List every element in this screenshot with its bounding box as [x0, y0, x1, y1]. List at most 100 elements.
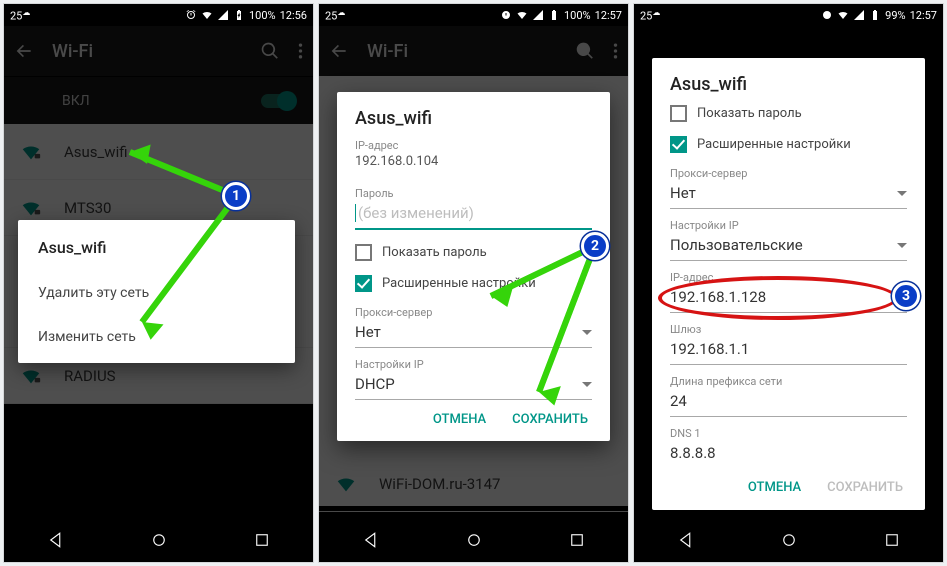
back-icon[interactable]: [329, 41, 349, 61]
battery-icon: [548, 9, 560, 21]
phone-screenshot-2: 25☁ 100% 12:57 Wi-Fi WiFi-DOM.ru-3147 As…: [319, 4, 628, 562]
app-bar: Wi-Fi: [319, 26, 628, 76]
nav-recent-icon[interactable]: [253, 531, 271, 549]
wifi-item-label: Asus_wifi: [64, 143, 128, 161]
wifi-master-toggle[interactable]: ВКЛ: [4, 76, 313, 124]
nav-back-icon[interactable]: [47, 531, 65, 549]
static-ip-input[interactable]: 192.168.1.128: [670, 284, 907, 313]
signal-icon: [853, 9, 865, 21]
wifi-signal-lock-icon: [20, 365, 42, 387]
proxy-dropdown[interactable]: Нет: [670, 180, 907, 209]
phone-screenshot-1: 25☁ 100% 12:56 Wi-Fi ВКЛ Asus_wifi: [4, 4, 313, 562]
signal-icon: [217, 9, 229, 21]
checkbox-unchecked-icon: [355, 244, 372, 261]
nav-home-icon[interactable]: [150, 531, 168, 549]
wifi-item-label: WiFi-DOM.ru-3147: [379, 475, 500, 493]
wifi-item-label: RADIUS: [64, 367, 116, 385]
prefix-length-label: Длина префикса сети: [670, 375, 907, 388]
save-button[interactable]: СОХРАНИТЬ: [827, 480, 903, 495]
advanced-options-checkbox[interactable]: Расширенные настройки: [355, 275, 592, 292]
context-menu-title: Asus_wifi: [18, 228, 295, 271]
nav-back-icon[interactable]: [677, 531, 695, 549]
annotation-badge-3: 3: [892, 282, 920, 310]
annotation-badge-1: 1: [222, 182, 250, 210]
ip-settings-dropdown[interactable]: Пользовательские: [670, 232, 907, 261]
wifi-item-asus[interactable]: Asus_wifi: [4, 124, 313, 180]
clock: 12:56: [280, 9, 307, 22]
wifi-icon: [201, 9, 213, 21]
back-icon[interactable]: [14, 41, 34, 61]
wifi-item-dom[interactable]: WiFi-DOM.ru-3147: [319, 456, 628, 512]
page-title: Wi-Fi: [52, 41, 242, 62]
password-label: Пароль: [355, 187, 592, 200]
save-button[interactable]: СОХРАНИТЬ: [512, 412, 588, 427]
ip-settings-label: Настройки IP: [670, 219, 907, 232]
wifi-item-label: MTS30: [64, 199, 111, 217]
password-input[interactable]: (без изменений): [355, 200, 592, 230]
status-bar: 25☁ 100% 12:57: [319, 4, 628, 26]
battery-pct: 99%: [885, 9, 905, 22]
ip-address-label: IP-адрес: [355, 139, 592, 152]
status-bar: 25☁ 99% 12:57: [634, 4, 943, 26]
wifi-signal-lock-icon: [20, 141, 42, 163]
checkbox-unchecked-icon: [670, 105, 687, 122]
alarm-icon: [500, 9, 512, 21]
nav-recent-icon[interactable]: [883, 531, 901, 549]
wifi-signal-lock-icon: [335, 473, 357, 495]
status-bar: 25☁ 100% 12:56: [4, 4, 313, 26]
ip-settings-dropdown[interactable]: DHCP: [355, 371, 592, 400]
checkbox-checked-icon: [670, 136, 687, 153]
alarm-icon: [821, 9, 833, 21]
show-password-label: Показать пароль: [382, 245, 487, 260]
clock: 12:57: [910, 9, 937, 22]
show-password-checkbox[interactable]: Показать пароль: [670, 105, 907, 122]
clock: 12:57: [595, 9, 622, 22]
advanced-options-label: Расширенные настройки: [382, 276, 536, 291]
nav-recent-icon[interactable]: [568, 531, 586, 549]
forget-network-option[interactable]: Удалить эту сеть: [18, 271, 295, 315]
switch-on-icon[interactable]: [261, 94, 295, 108]
cancel-button[interactable]: ОТМЕНА: [748, 480, 801, 495]
search-icon[interactable]: [575, 41, 595, 61]
search-icon[interactable]: [260, 41, 280, 61]
nav-home-icon[interactable]: [780, 531, 798, 549]
modify-network-option[interactable]: Изменить сеть: [18, 315, 295, 359]
nav-bar: [319, 518, 628, 562]
alarm-icon: [185, 9, 197, 21]
signal-icon: [532, 9, 544, 21]
overflow-icon[interactable]: [298, 41, 303, 61]
ip-settings-label: Настройки IP: [355, 358, 592, 371]
overflow-icon[interactable]: [613, 41, 618, 61]
battery-icon: [869, 9, 881, 21]
dialog-title: Asus_wifi: [355, 108, 592, 129]
nav-back-icon[interactable]: [362, 531, 380, 549]
prefix-length-input[interactable]: 24: [670, 388, 907, 417]
nav-bar: [4, 518, 313, 562]
phone-screenshot-3: 25☁ 99% 12:57 Asus_wifi Показать пароль …: [634, 4, 943, 562]
weather-temp: 25☁: [10, 8, 30, 23]
checkbox-checked-icon: [355, 275, 372, 292]
ip-address-value: 192.168.0.104: [355, 152, 592, 177]
wifi-icon: [837, 9, 849, 21]
gateway-input[interactable]: 192.168.1.1: [670, 336, 907, 365]
advanced-options-checkbox[interactable]: Расширенные настройки: [670, 136, 907, 153]
battery-pct: 100%: [249, 9, 276, 22]
nav-home-icon[interactable]: [465, 531, 483, 549]
gateway-label: Шлюз: [670, 323, 907, 336]
dns1-input[interactable]: 8.8.8.8: [670, 440, 907, 468]
wifi-context-menu: Asus_wifi Удалить эту сеть Изменить сеть: [18, 220, 295, 363]
modify-network-dialog: Asus_wifi IP-адрес 192.168.0.104 Пароль …: [337, 92, 610, 441]
battery-icon: [233, 9, 245, 21]
wifi-signal-lock-icon: [20, 197, 42, 219]
static-ip-label: IP-адрес: [670, 271, 907, 284]
page-title: Wi-Fi: [367, 41, 557, 62]
battery-pct: 100%: [564, 9, 591, 22]
proxy-dropdown[interactable]: Нет: [355, 319, 592, 348]
advanced-options-label: Расширенные настройки: [697, 137, 851, 152]
wifi-icon: [516, 9, 528, 21]
show-password-label: Показать пароль: [697, 106, 802, 121]
show-password-checkbox[interactable]: Показать пароль: [355, 244, 592, 261]
weather-temp: 25☁: [325, 8, 345, 23]
dns1-label: DNS 1: [670, 427, 907, 440]
cancel-button[interactable]: ОТМЕНА: [433, 412, 486, 427]
